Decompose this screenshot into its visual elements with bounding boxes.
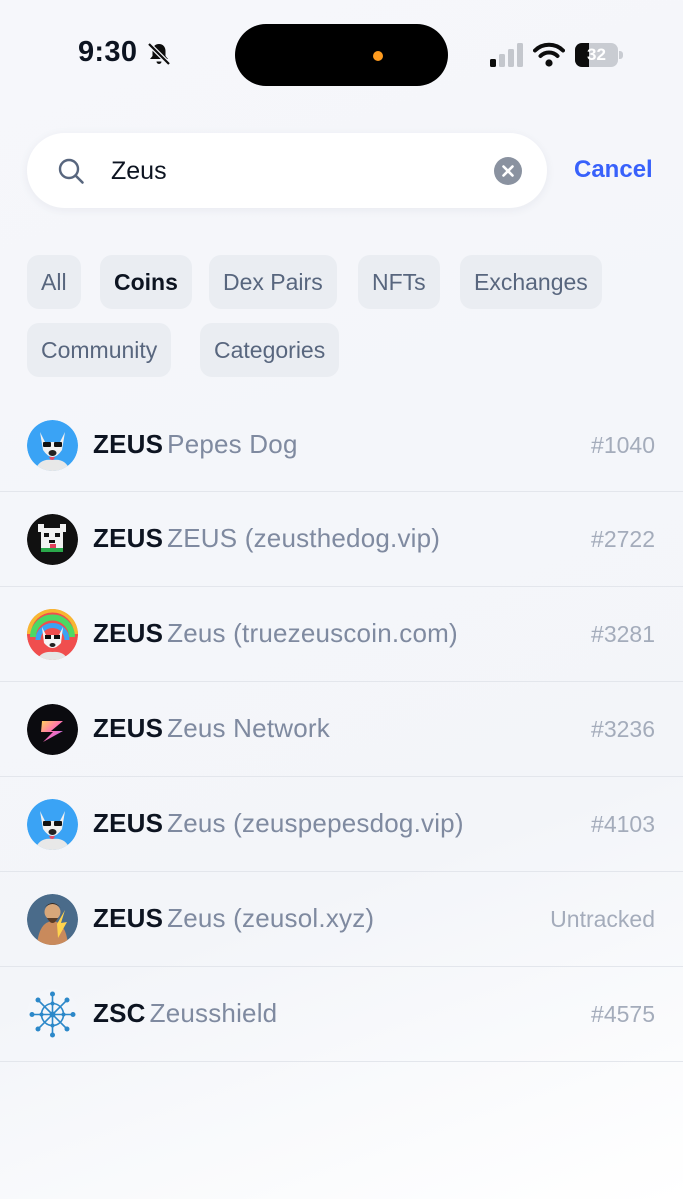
- list-item[interactable]: ZEUS Zeus (zeuspepesdog.vip) #4103: [0, 777, 683, 872]
- list-item[interactable]: ZEUS Zeus Network #3236: [0, 682, 683, 777]
- coin-rank: #4575: [591, 1001, 655, 1027]
- privacy-indicator-dot: [373, 51, 383, 61]
- tab-coins[interactable]: Coins: [100, 255, 192, 309]
- network-orb-icon: [27, 989, 78, 1040]
- coin-name: Zeus (truezeuscoin.com): [167, 618, 458, 648]
- coin-rank: #4103: [591, 811, 655, 837]
- tab-all[interactable]: All: [27, 255, 81, 309]
- coin-rank: #1040: [591, 432, 655, 458]
- search-screen: 9:30 32 Zeus Cancel All Coins Dex Pairs …: [0, 0, 683, 1199]
- coin-symbol: ZSC: [93, 998, 146, 1028]
- pixel-dog-black-icon: [27, 514, 78, 565]
- tab-nfts[interactable]: NFTs: [358, 255, 440, 309]
- coin-name: Pepes Dog: [167, 429, 298, 459]
- coin-symbol: ZEUS: [93, 903, 164, 933]
- list-item[interactable]: ZSC Zeusshield #4575: [0, 967, 683, 1062]
- search-input[interactable]: [111, 151, 471, 191]
- list-item[interactable]: ZEUS Pepes Dog #1040: [0, 398, 683, 492]
- coin-rank: #2722: [591, 526, 655, 552]
- wifi-icon: [533, 42, 565, 67]
- coin-symbol: ZEUS: [93, 618, 164, 648]
- tab-categories[interactable]: Categories: [200, 323, 340, 377]
- tab-dex-pairs[interactable]: Dex Pairs: [209, 255, 337, 309]
- list-item[interactable]: ZEUS Zeus (truezeuscoin.com) #3281: [0, 587, 683, 682]
- search-bar[interactable]: [27, 133, 547, 208]
- coin-name: ZEUS (zeusthedog.vip): [167, 523, 441, 553]
- search-icon: [58, 158, 84, 184]
- white-dog-blue-icon: [27, 420, 78, 471]
- status-time: 9:30: [78, 36, 138, 68]
- battery-level: 32: [587, 45, 606, 64]
- lightning-bolt-icon: [27, 704, 78, 755]
- cancel-button[interactable]: Cancel: [574, 156, 653, 184]
- coin-symbol: ZEUS: [93, 429, 164, 459]
- bell-muted-icon: [147, 42, 171, 66]
- coin-name: Zeus (zeusol.xyz): [167, 903, 375, 933]
- zeus-god-icon: [27, 894, 78, 945]
- clear-search-icon[interactable]: [494, 157, 522, 185]
- battery-icon: 32: [575, 43, 623, 67]
- coin-rank: Untracked: [550, 906, 655, 932]
- coin-symbol: ZEUS: [93, 808, 164, 838]
- coin-symbol: ZEUS: [93, 523, 164, 553]
- dynamic-island: [235, 24, 448, 86]
- search-results-list: ZEUS Pepes Dog #1040 ZEUS ZEUS (zeusthedog…: [0, 398, 683, 1062]
- coin-name: Zeus (zeuspepesdog.vip): [167, 808, 464, 838]
- list-item[interactable]: ZEUS ZEUS (zeusthedog.vip) #2722: [0, 492, 683, 587]
- tab-community[interactable]: Community: [27, 323, 172, 377]
- coin-name: Zeusshield: [149, 998, 278, 1028]
- status-bar: 9:30 32: [0, 0, 683, 110]
- rainbow-dog-icon: [27, 609, 78, 660]
- list-item[interactable]: ZEUS Zeus (zeusol.xyz) Untracked: [0, 872, 683, 967]
- tab-exchanges[interactable]: Exchanges: [460, 255, 602, 309]
- coin-rank: #3236: [591, 716, 655, 742]
- cellular-signal-icon: [490, 43, 523, 67]
- white-dog-blue-icon: [27, 799, 78, 850]
- coin-name: Zeus Network: [167, 713, 330, 743]
- coin-rank: #3281: [591, 621, 655, 647]
- coin-symbol: ZEUS: [93, 713, 164, 743]
